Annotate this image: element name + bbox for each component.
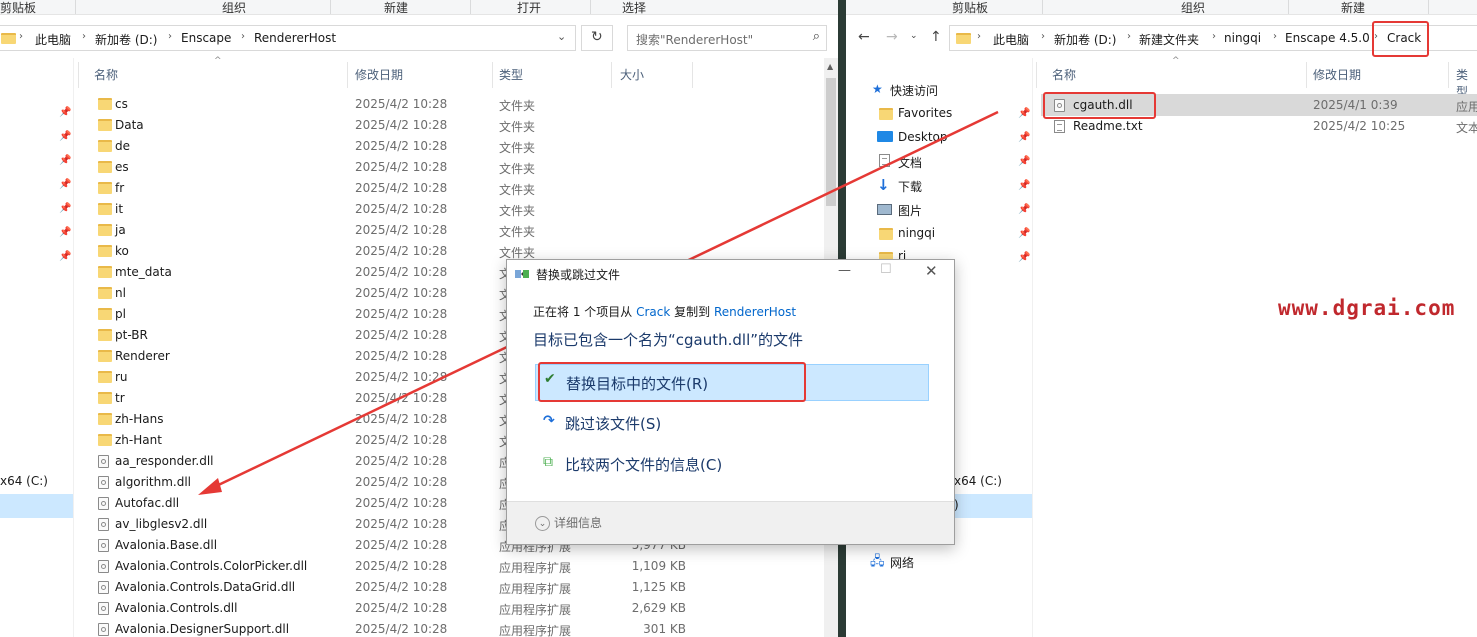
compare-icon: ⧉ — [543, 454, 553, 470]
replace-or-skip-dialog: 替换或跳过文件 — ☐ ✕ 正在将 1 个项目从 Crack 复制到 Rende… — [506, 259, 955, 545]
copy-status-middle: 复制到 — [674, 305, 711, 319]
minimize-button[interactable]: — — [838, 263, 851, 278]
skip-arrow-icon: ↷ — [543, 413, 555, 429]
more-details-label: 详细信息 — [554, 516, 603, 530]
compare-option-label: 比较两个文件的信息(C) — [565, 456, 723, 474]
destination-folder-link[interactable]: RendererHost — [714, 305, 796, 319]
copy-status-line: 正在将 1 个项目从 Crack 复制到 RendererHost — [533, 303, 796, 320]
compare-option[interactable]: ⧉ 比较两个文件的信息(C) — [535, 446, 929, 483]
chevron-down-icon: ⌄ — [535, 516, 550, 531]
maximize-button[interactable]: ☐ — [880, 262, 892, 277]
conflict-heading: 目标已包含一个名为“cgauth.dll”的文件 — [533, 331, 804, 349]
highlight-replace-box — [538, 362, 806, 402]
dialog-footer: ⌄ 详细信息 — [507, 501, 954, 544]
skip-option[interactable]: ↷ 跳过该文件(S) — [535, 405, 929, 442]
copy-files-icon — [515, 270, 529, 278]
close-button[interactable]: ✕ — [925, 262, 938, 280]
source-folder-link[interactable]: Crack — [636, 305, 670, 319]
dialog-title: 替换或跳过文件 — [536, 268, 621, 282]
site-watermark: www.dgrai.com — [1278, 296, 1456, 320]
skip-option-label: 跳过该文件(S) — [565, 415, 662, 433]
copy-status-prefix: 正在将 1 个项目从 — [533, 305, 633, 319]
more-details-toggle[interactable]: ⌄ 详细信息 — [535, 514, 602, 531]
dialog-titlebar[interactable]: 替换或跳过文件 — ☐ ✕ — [507, 260, 954, 288]
